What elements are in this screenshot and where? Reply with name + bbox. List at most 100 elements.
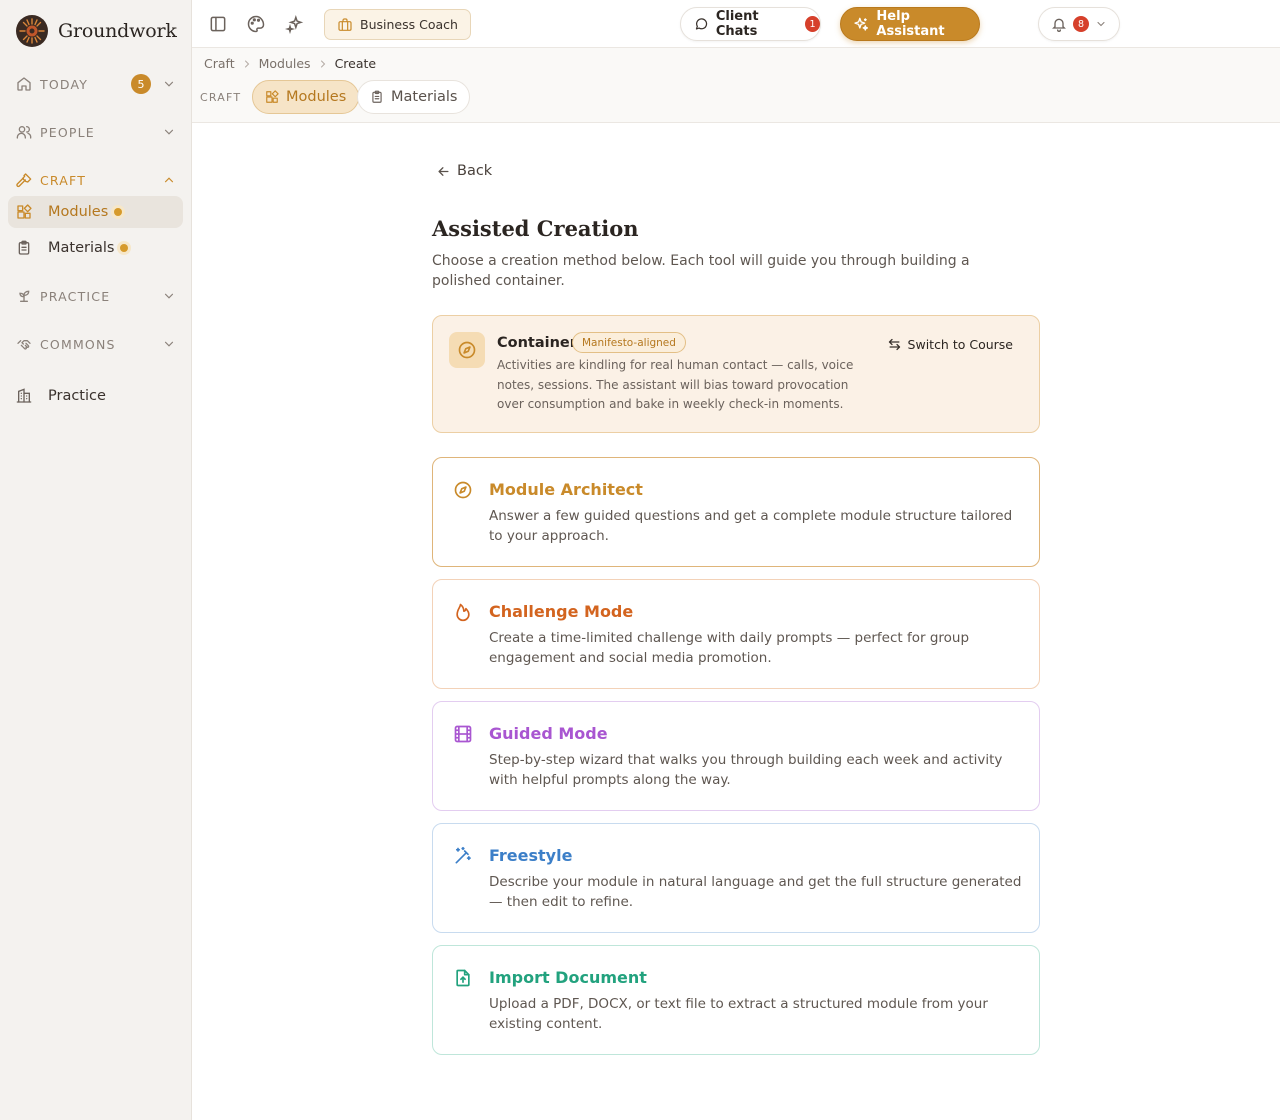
tool-description: Describe your module in natural language…: [489, 874, 1022, 910]
back-label: Back: [457, 163, 493, 179]
tool-title: Freestyle: [489, 846, 573, 865]
sidebar-section-label: COMMONS: [40, 336, 116, 352]
tab-materials[interactable]: Materials: [357, 80, 471, 114]
help-assistant-button[interactable]: Help Assistant: [840, 7, 980, 41]
sidebar-item-modules[interactable]: Modules: [8, 196, 183, 228]
chevron-down-icon: [164, 129, 174, 135]
bell-icon: [1052, 18, 1066, 32]
modules-icon: [17, 204, 32, 219]
sidebar-section-people[interactable]: PEOPLE: [8, 116, 184, 148]
tool-card-guided-mode[interactable]: Guided Mode Step-by-step wizard that wal…: [432, 701, 1040, 811]
handshake-icon: [17, 340, 31, 350]
tool-title: Guided Mode: [489, 724, 608, 743]
tab-label: Modules: [286, 89, 347, 105]
tab-modules[interactable]: Modules: [252, 80, 360, 114]
sparkles-icon: [854, 17, 869, 31]
tool-card-import-document[interactable]: Import Document Upload a PDF, DOCX, or t…: [432, 945, 1040, 1055]
sidebar-section-label: PRACTICE: [40, 288, 111, 304]
file-upload-icon: [456, 969, 470, 987]
help-assistant-label: Help Assistant: [876, 9, 945, 39]
manifesto-badge: Manifesto-aligned: [572, 332, 686, 353]
brand-name: Groundwork: [58, 20, 177, 42]
client-chats-button[interactable]: Client Chats 1: [680, 7, 821, 41]
page-subtitle: Choose a creation method below. Each too…: [432, 253, 970, 289]
sidebar-section-craft[interactable]: CRAFT: [8, 164, 184, 196]
new-indicator-dot: [120, 244, 129, 252]
chevron-up-icon: [164, 177, 174, 183]
top-bar: Business Coach Client Chats 1 Help Assis…: [192, 0, 1280, 48]
tool-title: Import Document: [489, 968, 647, 987]
chevron-down-icon: [164, 293, 174, 299]
back-button[interactable]: Back: [436, 163, 492, 179]
sidebar-toggle-icon[interactable]: [208, 14, 228, 34]
building-icon: [16, 388, 32, 403]
clipboard-icon: [18, 240, 30, 255]
tool-description: Step-by-step wizard that walks you throu…: [489, 752, 1003, 788]
subnav-section-label: CRAFT: [200, 91, 242, 104]
sidebar-section-commons[interactable]: COMMONS: [8, 328, 184, 360]
container-description: Activities are kindling for real human c…: [497, 358, 854, 411]
sidebar-section-label: TODAY: [40, 76, 89, 92]
tool-card-freestyle[interactable]: Freestyle Describe your module in natura…: [432, 823, 1040, 933]
client-chats-label: Client Chats: [715, 9, 759, 39]
tool-title: Module Architect: [489, 480, 643, 499]
notifications-button[interactable]: 8: [1038, 7, 1120, 41]
arrow-left-icon: [438, 166, 449, 176]
tool-card-module-architect[interactable]: Module Architect Answer a few guided que…: [432, 457, 1040, 567]
page-title: Assisted Creation: [432, 216, 639, 241]
clipboard-icon: [372, 90, 382, 103]
magic-wand-icon: [455, 846, 471, 864]
chevron-down-icon: [164, 81, 174, 87]
chevron-right-icon: [320, 60, 325, 67]
sidebar-section-label: PEOPLE: [40, 124, 95, 140]
switch-to-course-button[interactable]: Switch to Course: [887, 337, 1013, 352]
sidebar: Groundwork TODAY 5 PEOPLE CRAFT Modules …: [0, 0, 192, 1120]
brand[interactable]: Groundwork: [16, 15, 177, 47]
container-title: Container: [497, 335, 577, 351]
sidebar-item-label: Practice: [48, 388, 106, 404]
tab-label: Materials: [391, 89, 458, 105]
sidebar-item-label: Modules: [48, 204, 109, 220]
film-icon: [454, 725, 472, 743]
container-info-card: Container Manifesto-aligned Activities a…: [432, 315, 1040, 433]
workspace-selector-button[interactable]: Business Coach: [324, 9, 471, 40]
sidebar-item-label: Materials: [48, 240, 115, 256]
sub-header: Craft Modules Create CRAFT Modules Mater…: [192, 48, 1280, 123]
notifications-count-badge: 8: [1073, 16, 1089, 32]
sprout-icon: [19, 290, 30, 302]
breadcrumb-modules[interactable]: Modules: [259, 56, 311, 71]
sidebar-item-practice[interactable]: Practice: [8, 380, 183, 412]
hammer-icon: [16, 173, 32, 188]
breadcrumb-current: Create: [334, 56, 377, 71]
home-icon: [17, 77, 31, 91]
container-icon-box: [449, 332, 485, 368]
chevron-right-icon: [244, 60, 249, 67]
workspace-name: Business Coach: [360, 17, 458, 32]
tool-description: Create a time-limited challenge with dai…: [489, 630, 970, 666]
tool-description: Answer a few guided questions and get a …: [489, 508, 1013, 544]
palette-icon[interactable]: [246, 14, 266, 34]
compass-icon: [454, 481, 472, 499]
sidebar-section-today[interactable]: TODAY 5: [8, 68, 184, 100]
tool-card-challenge-mode[interactable]: Challenge Mode Create a time-limited cha…: [432, 579, 1040, 689]
switch-to-course-label: Switch to Course: [907, 337, 1013, 352]
swap-arrows-icon: [888, 338, 900, 351]
chat-bubble-icon: [695, 18, 708, 30]
briefcase-icon: [338, 17, 352, 31]
breadcrumb-craft[interactable]: Craft: [204, 56, 235, 71]
tool-title: Challenge Mode: [489, 602, 634, 621]
today-count-badge: 5: [131, 74, 151, 94]
flame-icon: [456, 603, 470, 622]
sidebar-section-practice[interactable]: PRACTICE: [8, 280, 184, 312]
sidebar-section-label: CRAFT: [40, 172, 87, 188]
new-indicator-dot: [114, 208, 123, 216]
chevron-down-icon: [1097, 21, 1105, 27]
people-icon: [16, 126, 32, 139]
modules-icon: [266, 90, 279, 103]
compass-icon: [458, 341, 476, 359]
sidebar-item-materials[interactable]: Materials: [8, 232, 183, 264]
chevron-down-icon: [164, 341, 174, 347]
brand-logo-icon: [16, 15, 48, 47]
client-chats-count-badge: 1: [805, 16, 820, 32]
sparkle-settings-icon[interactable]: [285, 14, 305, 34]
